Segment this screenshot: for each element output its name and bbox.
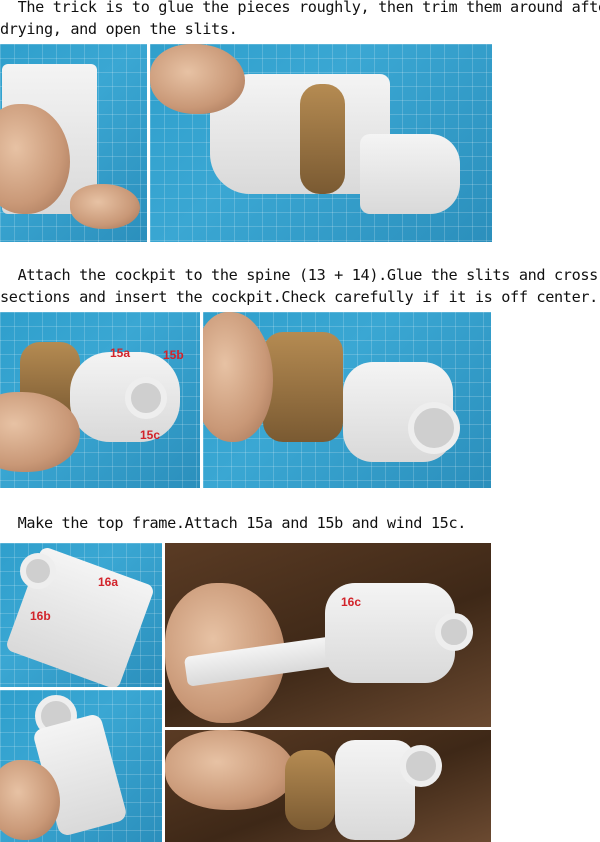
photo-open-slits [150, 44, 492, 242]
part-label-15c: 15c [140, 428, 161, 442]
instruction-text-2: Attach the cockpit to the spine (13 + 14… [0, 266, 598, 306]
cockpit-part [300, 84, 345, 194]
hand [203, 312, 273, 442]
part-label-15b: 15b [163, 348, 184, 362]
cockpit-part [263, 332, 343, 442]
part-label-16c: 16c [341, 595, 362, 609]
photo-top-frame: 16a 16b [0, 543, 162, 687]
photo-cockpit-inserted [203, 312, 491, 488]
part-label-16b: 16b [30, 609, 51, 623]
part-label-16a: 16a [98, 575, 119, 589]
frame-ring [125, 377, 167, 419]
part-label-15a: 15a [110, 346, 131, 360]
hand [165, 730, 295, 810]
frame-ring [435, 613, 473, 651]
photo-wind-15c: 16c [165, 543, 491, 727]
frame-ring [400, 745, 442, 787]
photo-cockpit-cross-sections: 15a 15b 15c [0, 312, 200, 488]
hand [70, 184, 140, 229]
paper-wing-part [360, 134, 460, 214]
instruction-text-3: Make the top frame.Attach 15a and 15b an… [0, 514, 467, 532]
photo-frame-attached [165, 730, 491, 842]
hand [150, 44, 245, 114]
instruction-text-1: The trick is to glue the pieces roughly,… [0, 0, 600, 38]
cockpit-part [285, 750, 335, 830]
photo-wound-frame [0, 690, 162, 842]
frame-ring [408, 402, 460, 454]
photo-trim-pieces [0, 44, 147, 242]
frame-ring [20, 553, 56, 589]
